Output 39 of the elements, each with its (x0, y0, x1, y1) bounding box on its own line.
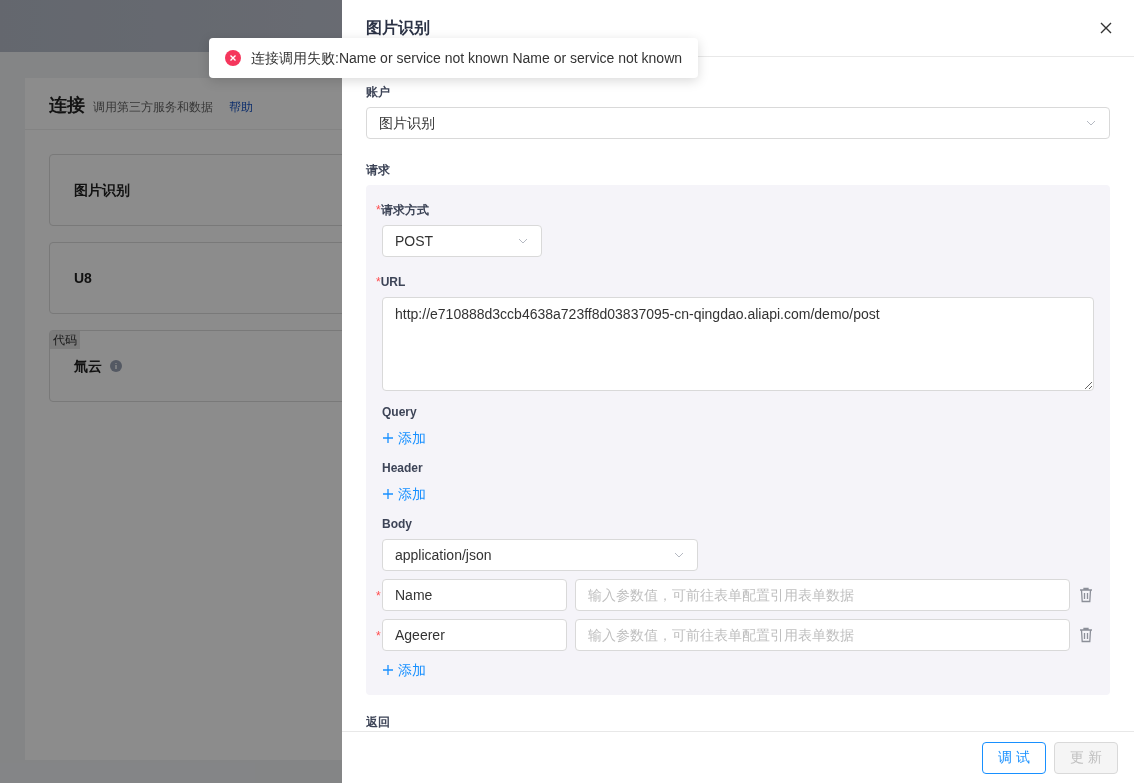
param-value-field[interactable]: 输入参数值，可前往表单配置引用表单数据 (575, 619, 1070, 651)
field-label: 请求方式 (380, 202, 429, 219)
page-subtitle: 调用第三方服务和数据 (93, 99, 213, 116)
section-title: 返回 (366, 714, 391, 731)
tag: 代码 (50, 331, 80, 349)
param-value-field[interactable]: 输入参数值，可前往表单配置引用表单数据 (575, 579, 1070, 611)
required-asterisk: * (376, 274, 381, 291)
plus-icon (382, 488, 394, 500)
field-label: 账户 (366, 84, 390, 101)
trash-icon[interactable] (1079, 587, 1093, 603)
param-name-field[interactable]: Name (382, 579, 567, 611)
body-type-select[interactable]: application/json (382, 539, 698, 571)
field-label: URL (380, 274, 406, 291)
method-select[interactable]: POST (382, 225, 542, 257)
required-asterisk: * (376, 628, 381, 645)
plus-icon (382, 432, 394, 444)
help-link[interactable]: 帮助 (229, 98, 253, 116)
section-title: 请求 (366, 162, 391, 179)
connection-name: 氚云 (74, 356, 102, 376)
account-select[interactable]: 图片识别 (366, 107, 1110, 139)
add-link[interactable]: 添加 (382, 427, 426, 449)
required-asterisk: * (376, 588, 381, 605)
url-field[interactable]: http://e710888d3ccb4638a723ff8d03837095-cn-qingdao.aliapi.com/demo/post (382, 297, 1094, 391)
param-name-field[interactable]: Ageerer (382, 619, 567, 651)
trash-icon[interactable] (1079, 627, 1093, 643)
page-title: 连接 (49, 94, 85, 117)
add-link[interactable]: 添加 (382, 483, 426, 505)
required-asterisk: * (376, 202, 381, 219)
field-label: Header (382, 460, 423, 477)
close-button[interactable] (1098, 20, 1114, 36)
drawer-title: 图片识别 (366, 18, 430, 38)
connection-name: 图片识别 (74, 180, 130, 200)
add-link[interactable]: 添加 (382, 659, 426, 681)
field-label: Body (382, 516, 412, 533)
field-label: Query (382, 404, 417, 421)
toast-message: 连接调用失败:Name or service not known Name or service not known (251, 48, 683, 68)
connection-name: U8 (74, 268, 92, 288)
plus-icon (382, 664, 394, 676)
footer-button[interactable]: 调 试 (982, 741, 1046, 774)
